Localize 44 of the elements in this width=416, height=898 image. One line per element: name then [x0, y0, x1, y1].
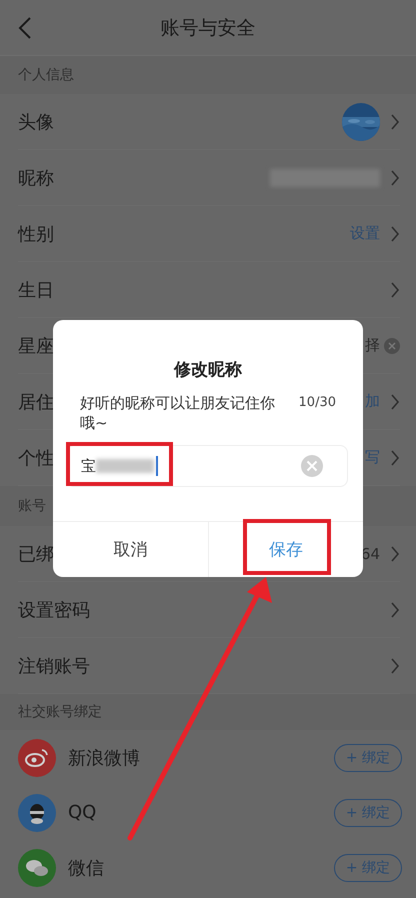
- eye-logo-icon: [18, 738, 56, 776]
- chevron-icon: [390, 544, 400, 562]
- input-field[interactable]: 宝: [66, 445, 348, 487]
- chevron-icon: [390, 600, 400, 618]
- page-title: 账号与安全: [160, 16, 256, 40]
- hint-text: 好听的昵称可以让朋友记住你哦~: [80, 393, 276, 433]
- row-value: 设置: [350, 224, 380, 243]
- chevron-icon: [390, 392, 400, 410]
- penguin-icon: [18, 794, 56, 832]
- text-cursor: [156, 456, 158, 476]
- chevron-icon: [390, 280, 400, 298]
- chevron-icon: [390, 112, 400, 130]
- account-name: 微信: [68, 856, 105, 880]
- clear-icon: [384, 338, 400, 354]
- chat-bubbles-icon: [18, 848, 56, 886]
- bind-button[interactable]: + 绑定: [334, 854, 402, 882]
- dialog-title: 修改昵称: [172, 359, 243, 381]
- chevron-icon: [390, 168, 400, 186]
- chevron-icon: [390, 448, 400, 466]
- cancel-button[interactable]: 取消: [53, 522, 208, 577]
- row-label[interactable]: 个性: [18, 446, 54, 470]
- account-name: 新浪微博: [68, 746, 141, 770]
- row-value: 加: [365, 392, 380, 411]
- row-label[interactable]: 性别: [18, 222, 54, 246]
- bind-button[interactable]: + 绑定: [334, 744, 402, 772]
- chevron-icon: [390, 224, 400, 242]
- row-label[interactable]: 设置密码: [18, 598, 90, 622]
- save-button[interactable]: 保存: [208, 522, 363, 577]
- account-name: QQ: [68, 802, 98, 823]
- row-label[interactable]: 头像: [18, 110, 54, 134]
- row-label[interactable]: 居住: [18, 390, 54, 414]
- bind-button[interactable]: + 绑定: [334, 798, 402, 826]
- back-icon[interactable]: [18, 16, 32, 40]
- row-value: 写: [365, 448, 380, 467]
- row-label[interactable]: 已绑: [18, 542, 54, 566]
- row-label[interactable]: 生日: [18, 278, 54, 302]
- field-text: 宝: [81, 456, 96, 476]
- row-label[interactable]: 昵称: [18, 166, 54, 190]
- row-label[interactable]: 星座: [18, 334, 54, 358]
- row-label[interactable]: 注销账号: [18, 654, 90, 678]
- redacted-text: [96, 459, 154, 473]
- char-counter: 10/30: [298, 395, 336, 412]
- row-value: 择: [365, 336, 380, 355]
- chevron-icon: [390, 656, 400, 674]
